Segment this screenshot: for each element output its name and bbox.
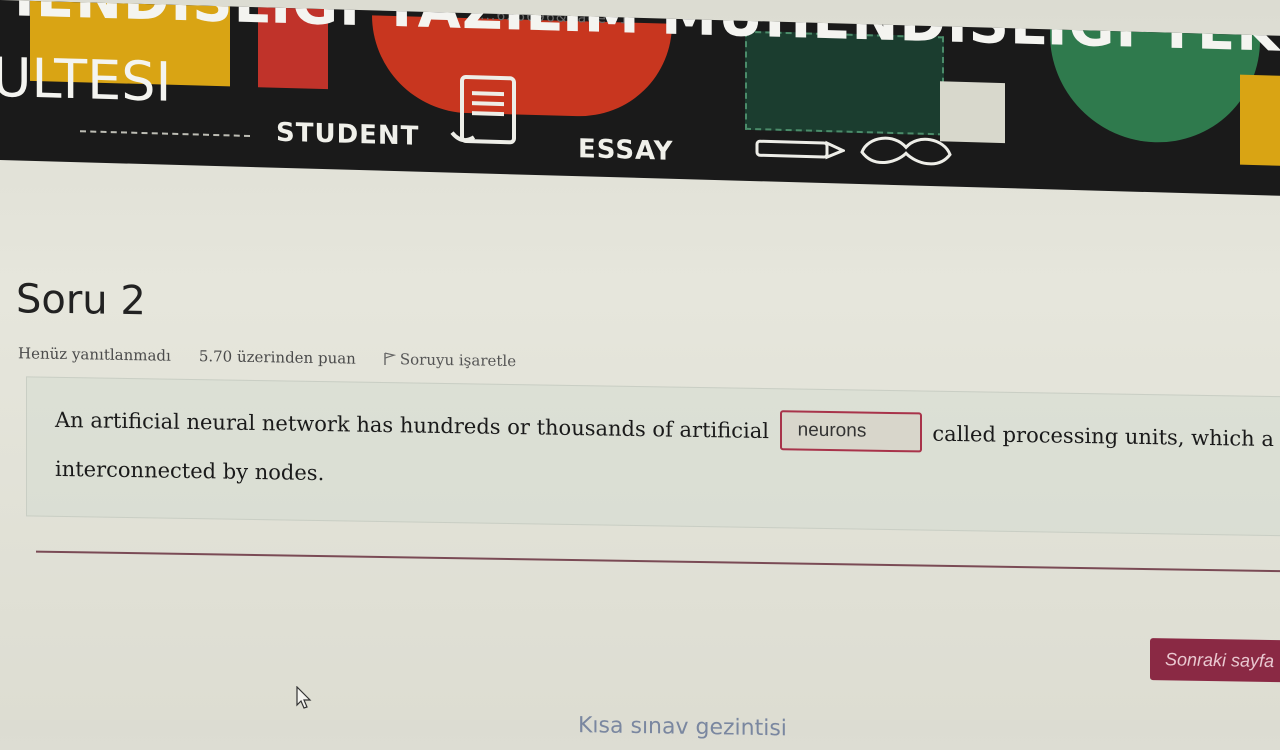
section-divider [36, 550, 1280, 573]
question-text-after: called processing units, which a [932, 421, 1274, 452]
question-points: 5.70 üzerinden puan [198, 347, 356, 368]
question-text-before: An artificial neural network has hundred… [55, 407, 769, 444]
flag-icon [384, 352, 396, 366]
banner-student-label: STUDENT [276, 117, 420, 152]
banner-decor-dashes [80, 130, 250, 137]
question-status: Henüz yanıtlanmadı [18, 344, 171, 365]
scroll-icon [450, 75, 516, 145]
question-info: Henüz yanıtlanmadı 5.70 üzerinden puan S… [18, 344, 516, 370]
question-text: An artificial neural network has hundred… [55, 396, 1280, 512]
mustache-icon [860, 136, 952, 166]
flag-question-link[interactable]: Soruyu işaretle [384, 350, 516, 370]
quiz-navigation-heading[interactable]: Kısa sınav gezintisi [578, 713, 787, 741]
next-page-button[interactable]: Sonraki sayfa [1150, 638, 1280, 683]
banner-subtitle: ULTESI [0, 45, 172, 114]
pencil-icon [755, 139, 845, 160]
banner-decor-yellow-right [1240, 74, 1280, 167]
question-text-line2: interconnected by nodes. [55, 456, 325, 485]
question-text-box: An artificial neural network has hundred… [26, 376, 1280, 537]
banner-essay-label: ESSAY [578, 134, 674, 167]
answer-input[interactable] [779, 409, 922, 452]
question-title: Soru 2 [16, 276, 146, 325]
course-banner: ...626696&page=1 IENDISLIGI YAZILIM MUHE… [0, 0, 1280, 196]
flag-question-label: Soruyu işaretle [399, 350, 517, 371]
mouse-cursor-icon [296, 686, 312, 709]
question-area: Soru 2 Henüz yanıtlanmadı 5.70 üzerinden… [0, 180, 1280, 741]
